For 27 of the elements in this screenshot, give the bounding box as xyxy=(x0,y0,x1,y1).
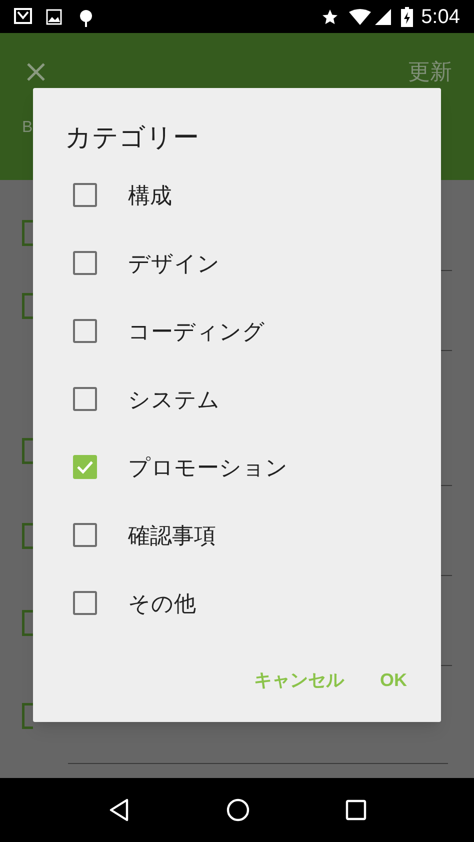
option-label[interactable]: 構成 xyxy=(128,178,172,212)
checkbox[interactable] xyxy=(73,591,97,615)
wifi-icon xyxy=(349,8,372,24)
signal-icon xyxy=(375,8,392,24)
star-icon xyxy=(321,8,340,26)
option-label[interactable]: システム xyxy=(128,382,220,416)
recents-icon[interactable] xyxy=(344,799,367,821)
option-label[interactable]: コーディング xyxy=(128,314,265,348)
mail-icon xyxy=(14,8,34,26)
checkbox[interactable] xyxy=(73,523,97,547)
checkbox[interactable] xyxy=(73,251,97,275)
option-label[interactable]: プロモーション xyxy=(128,450,288,484)
checkbox[interactable] xyxy=(73,455,97,479)
clock: 5:04 xyxy=(421,4,460,30)
option-label[interactable]: 確認事項 xyxy=(128,518,216,552)
option-label[interactable]: その他 xyxy=(128,586,196,620)
image-icon xyxy=(46,8,62,24)
checkbox[interactable] xyxy=(73,319,97,343)
option-label[interactable]: デザイン xyxy=(128,246,220,280)
dialog-title: カテゴリー xyxy=(65,121,200,154)
battery-icon xyxy=(401,6,414,26)
close-icon[interactable] xyxy=(26,62,46,82)
check-icon xyxy=(76,460,94,474)
checkbox[interactable] xyxy=(73,183,97,207)
home-icon[interactable] xyxy=(226,798,250,822)
app-bar-subtitle: B xyxy=(22,118,33,138)
checkbox[interactable] xyxy=(73,387,97,411)
